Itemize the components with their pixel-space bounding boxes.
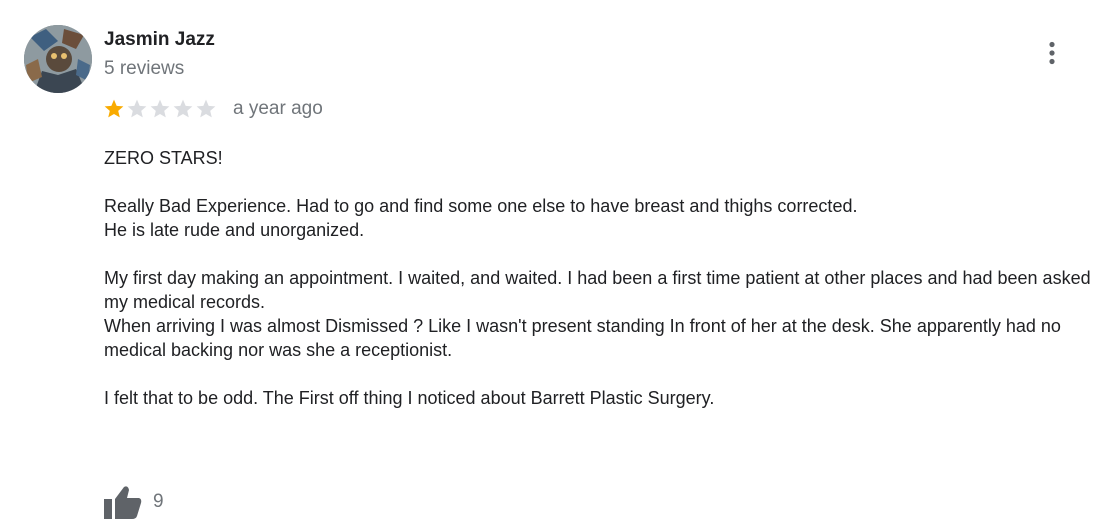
thumbs-up-icon (104, 486, 142, 519)
star-empty-icon (196, 99, 216, 118)
star-filled-icon (104, 99, 124, 118)
like-button[interactable] (104, 484, 144, 520)
review-date: a year ago (233, 98, 323, 119)
avatar-image (24, 25, 92, 93)
author-avatar[interactable] (24, 25, 92, 93)
more-options-button[interactable] (1038, 36, 1066, 70)
review-paragraph: ZERO STARS! (104, 148, 223, 168)
review-paragraph: I felt that to be odd. The First off thi… (104, 388, 715, 408)
more-vert-icon (1049, 41, 1055, 65)
like-count: 9 (153, 491, 164, 512)
rating-row: a year ago (103, 96, 323, 122)
review-card: Jasmin Jazz 5 reviews a year ago ZERO ST… (0, 0, 1113, 528)
star-rating (103, 98, 218, 120)
author-review-count: 5 reviews (104, 58, 185, 79)
star-empty-icon (150, 99, 170, 118)
review-paragraph: My first day making an appointment. I wa… (104, 268, 1091, 360)
star-empty-icon (127, 99, 147, 118)
like-row: 9 (104, 484, 164, 520)
star-empty-icon (173, 99, 193, 118)
review-text: ZERO STARS! Really Bad Experience. Had to… (104, 146, 1104, 434)
review-paragraph: Really Bad Experience. Had to go and fin… (104, 196, 858, 240)
author-name[interactable]: Jasmin Jazz (104, 29, 215, 51)
